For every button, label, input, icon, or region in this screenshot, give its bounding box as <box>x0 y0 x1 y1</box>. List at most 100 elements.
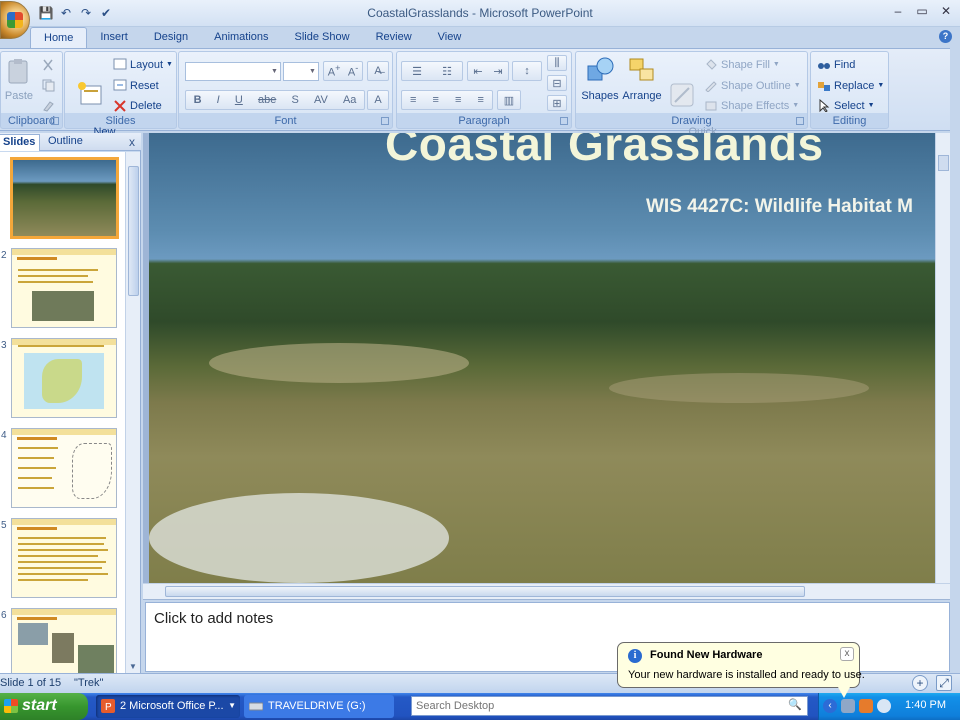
balloon-close-icon[interactable]: x <box>840 647 854 661</box>
start-button[interactable]: start <box>0 693 88 720</box>
slide-thumbnail-1[interactable] <box>0 157 125 244</box>
tab-view[interactable]: View <box>425 27 475 48</box>
decrease-indent-icon[interactable]: ⇤ <box>470 65 485 78</box>
tab-review[interactable]: Review <box>363 27 425 48</box>
increase-indent-icon[interactable]: ⇥ <box>490 65 505 78</box>
line-spacing-icon[interactable]: ↕ <box>512 61 542 81</box>
task-label: TRAVELDRIVE (G:) <box>268 700 366 712</box>
office-tray-icon[interactable] <box>859 699 873 713</box>
shape-effects-button[interactable]: Shape Effects ▼ <box>704 99 799 112</box>
copy-icon[interactable] <box>41 78 55 92</box>
font-size-dropdown-icon[interactable]: ▼ <box>307 63 318 80</box>
slide-vertical-scrollbar[interactable] <box>935 133 950 583</box>
zoom-in-icon[interactable]: + <box>912 675 928 691</box>
shape-outline-button[interactable]: Shape Outline ▼ <box>704 79 801 92</box>
shape-outline-label: Shape Outline <box>721 79 791 92</box>
help-icon[interactable]: ? <box>939 30 952 43</box>
font-launcher-icon[interactable] <box>381 117 389 125</box>
scroll-down-icon[interactable]: ▼ <box>129 662 137 671</box>
tab-slide-show[interactable]: Slide Show <box>282 27 363 48</box>
paragraph-launcher-icon[interactable] <box>560 117 568 125</box>
search-input[interactable] <box>412 697 772 715</box>
text-direction-icon[interactable]: ⫼ <box>547 55 567 71</box>
taskbar-item-powerpoint[interactable]: P 2 Microsoft Office P... ▼ <box>96 695 240 718</box>
paste-button[interactable]: Paste <box>3 56 35 102</box>
shrink-font-icon[interactable]: A- <box>345 63 361 79</box>
format-painter-icon[interactable] <box>41 98 55 112</box>
clipboard-launcher-icon[interactable] <box>51 117 59 125</box>
character-spacing-button[interactable]: AV <box>311 94 331 106</box>
notification-balloon[interactable]: i Found New Hardware Your new hardware i… <box>617 642 865 698</box>
tab-home[interactable]: Home <box>30 27 88 48</box>
replace-button[interactable]: Replace ▼ <box>817 79 884 92</box>
scrollbar-thumb[interactable] <box>165 586 805 597</box>
italic-button[interactable]: I <box>214 94 223 106</box>
hardware-icon[interactable] <box>841 699 855 713</box>
drawing-launcher-icon[interactable] <box>796 117 804 125</box>
grow-shrink-font[interactable]: A+ A- <box>323 61 363 81</box>
shapes-button[interactable]: Shapes <box>580 56 620 102</box>
slide-thumbnail-2[interactable]: 2 <box>0 248 125 334</box>
slide-number: 5 <box>1 520 7 531</box>
arrange-button[interactable]: Arrange <box>620 56 664 102</box>
align-center-icon[interactable]: ≡ <box>430 94 442 106</box>
slide-horizontal-scrollbar[interactable] <box>143 583 950 599</box>
thumbnails-scrollbar[interactable]: ▼ <box>125 152 140 673</box>
slide-number: 2 <box>1 250 7 261</box>
columns-icon[interactable]: ▥ <box>497 90 521 110</box>
desktop-search[interactable]: 🔍 <box>411 696 808 716</box>
tab-design[interactable]: Design <box>141 27 201 48</box>
slide-title[interactable]: Coastal Grasslands <box>385 133 824 171</box>
slide-thumbnail-3[interactable]: 3 <box>0 338 125 424</box>
tab-animations[interactable]: Animations <box>201 27 281 48</box>
align-right-icon[interactable]: ≡ <box>452 94 464 106</box>
slide-canvas[interactable]: Coastal Grasslands WIS 4427C: Wildlife H… <box>149 133 935 583</box>
strikethrough-button[interactable]: abe <box>255 94 279 106</box>
bullets-icon[interactable]: ☰ <box>409 65 425 78</box>
balloon-text: Your new hardware is installed and ready… <box>628 669 865 681</box>
underline-button[interactable]: U <box>232 94 246 106</box>
clear-formatting-icon[interactable]: A̶ <box>367 61 389 81</box>
font-name-field[interactable]: ▼ <box>185 62 281 81</box>
pane-close-icon[interactable]: x <box>129 135 135 149</box>
cut-icon[interactable] <box>41 58 55 72</box>
close-button[interactable]: ✕ <box>938 3 954 19</box>
numbering-icon[interactable]: ☷ <box>439 65 455 78</box>
shadow-button[interactable]: S <box>288 94 301 106</box>
font-size-field[interactable]: ▼ <box>283 62 319 81</box>
tab-slides[interactable]: Slides <box>0 134 41 151</box>
layout-button[interactable]: Layout ▼ <box>113 58 173 71</box>
bold-button[interactable]: B <box>191 94 205 106</box>
align-text-icon[interactable]: ⊟ <box>547 75 567 91</box>
scrollbar-thumb[interactable] <box>938 155 949 171</box>
select-button[interactable]: Select ▼ <box>817 99 875 112</box>
justify-icon[interactable]: ≡ <box>475 94 487 106</box>
font-name-dropdown-icon[interactable]: ▼ <box>269 63 280 80</box>
slide-thumbnail-5[interactable]: 5 <box>0 518 125 604</box>
notes-placeholder[interactable]: Click to add notes <box>154 610 273 627</box>
tab-outline[interactable]: Outline <box>44 134 87 151</box>
taskbar-item-traveldrive[interactable]: TRAVELDRIVE (G:) <box>244 695 394 718</box>
restore-button[interactable]: ▭ <box>914 3 930 19</box>
slide-thumbnail-4[interactable]: 4 <box>0 428 125 514</box>
slide-thumbnail-6[interactable]: 6 <box>0 608 125 673</box>
shape-fill-label: Shape Fill <box>721 58 770 71</box>
reset-button[interactable]: Reset <box>113 79 159 92</box>
slide-subtitle[interactable]: WIS 4427C: Wildlife Habitat M <box>646 196 913 218</box>
tray-expand-icon[interactable]: ‹ <box>823 699 837 713</box>
delete-button[interactable]: Delete <box>113 99 162 112</box>
minimize-button[interactable]: – <box>890 3 906 19</box>
smartart-icon[interactable]: ⊞ <box>547 95 567 111</box>
font-color-button[interactable]: A <box>367 90 389 110</box>
grow-font-icon[interactable]: A+ <box>325 63 344 79</box>
search-icon[interactable]: 🔍 <box>786 698 804 714</box>
dune-highlight <box>209 343 469 383</box>
fit-slide-icon[interactable]: ⤢ <box>936 675 952 691</box>
shape-fill-button[interactable]: Shape Fill ▼ <box>704 58 780 71</box>
align-left-icon[interactable]: ≡ <box>407 94 419 106</box>
tab-insert[interactable]: Insert <box>87 27 141 48</box>
messenger-icon[interactable] <box>877 699 891 713</box>
scrollbar-thumb[interactable] <box>128 166 139 296</box>
find-button[interactable]: Find <box>817 58 855 71</box>
change-case-button[interactable]: Aa <box>340 94 359 106</box>
